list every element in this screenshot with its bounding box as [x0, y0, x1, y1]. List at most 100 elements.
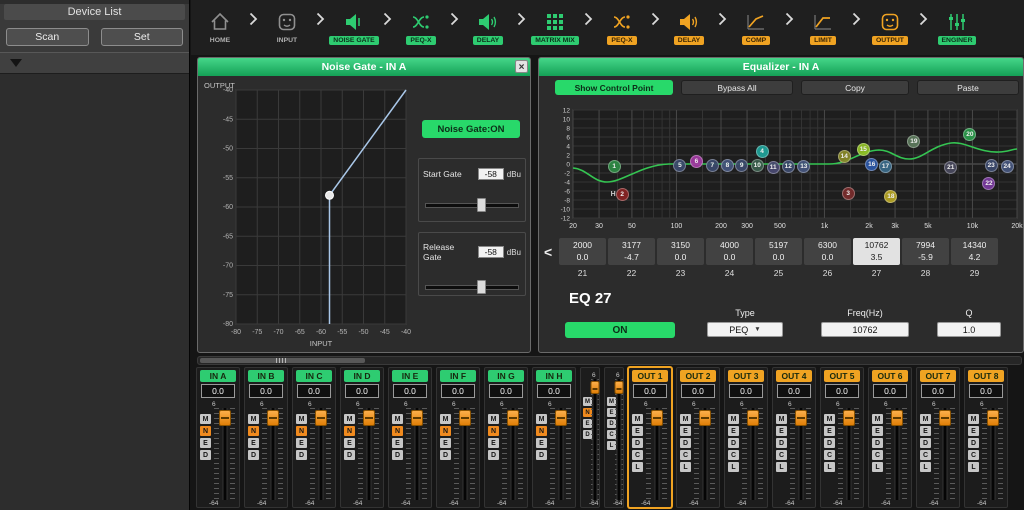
channel-gain-value[interactable]: 0.0 [297, 384, 331, 398]
channel-strip-in-c[interactable]: IN C0.0MNED6-64 [292, 367, 336, 508]
channel-btn-e[interactable]: E [776, 426, 787, 436]
channel-btn-e[interactable]: E [392, 438, 403, 448]
channel-btn-m[interactable]: M [776, 414, 787, 424]
channel-strip-out-7[interactable]: OUT 70.0MEDCL6-64 [916, 367, 960, 508]
channel-btn-m[interactable]: M [440, 414, 451, 424]
channel-btn-l[interactable]: L [824, 462, 835, 472]
channel-btn-d[interactable]: D [920, 438, 931, 448]
channel-fader[interactable]: 6-64 [693, 400, 716, 506]
release-gate-value[interactable]: -58 [478, 246, 504, 258]
channel-strip-in-h[interactable]: IN H0.0MNED6-64 [532, 367, 576, 508]
band-cell-22[interactable]: 3177-4.7 [608, 238, 655, 265]
channel-strip-in-e[interactable]: IN E0.0MNED6-64 [388, 367, 432, 508]
type-dropdown[interactable]: PEQ ▼ [707, 322, 783, 337]
module-input-1[interactable]: INPUT [258, 10, 316, 45]
channel-label[interactable]: OUT 5 [824, 370, 860, 382]
fader-handle[interactable] [747, 410, 759, 426]
band-cell-21[interactable]: 20000.0 [559, 238, 606, 265]
channel-fader[interactable]: 6-64 [357, 400, 380, 506]
module-output-10[interactable]: OUTPUT [861, 10, 919, 45]
module-home-0[interactable]: HOME [191, 10, 249, 45]
channel-btn-d[interactable]: D [536, 450, 547, 460]
channel-strip-in-b[interactable]: IN B0.0MNED6-64 [244, 367, 288, 508]
channel-label[interactable]: OUT 6 [872, 370, 908, 382]
channel-label[interactable]: OUT 2 [680, 370, 716, 382]
band-cell-24[interactable]: 40000.0 [706, 238, 753, 265]
channel-gain-value[interactable]: 0.0 [633, 384, 667, 398]
channel-btn-n[interactable]: N [440, 426, 451, 436]
channel-label[interactable]: IN G [488, 370, 524, 382]
channel-label[interactable]: OUT 1 [632, 370, 668, 382]
channel-btn-n[interactable]: N [248, 426, 259, 436]
fader-handle[interactable] [615, 381, 624, 394]
eq-point-2[interactable]: 2H [616, 188, 629, 201]
channel-label[interactable]: OUT 4 [776, 370, 812, 382]
module-limit-9[interactable]: LIMIT [794, 10, 852, 45]
module-delay-7[interactable]: DELAY [660, 10, 718, 45]
eq-point-24[interactable]: 24 [1001, 160, 1014, 173]
channel-btn-e[interactable]: E [968, 426, 979, 436]
channel-btn-d[interactable]: D [968, 438, 979, 448]
set-button[interactable]: Set [101, 28, 184, 46]
fader-handle[interactable] [843, 410, 855, 426]
channel-fader[interactable]: 6-64 [645, 400, 668, 506]
module-enginer-11[interactable]: ENGINER [928, 10, 986, 45]
eq-point-4[interactable]: 4 [756, 145, 769, 158]
noise-gate-graph[interactable]: -40-40-45-45-50-50-55-55-60-60-65-65-70-… [202, 80, 418, 350]
channel-btn-d[interactable]: D [392, 450, 403, 460]
channel-btn-e[interactable]: E [488, 438, 499, 448]
fader-handle[interactable] [699, 410, 711, 426]
eq-point-1[interactable]: 1 [608, 160, 621, 173]
channel-btn-l[interactable]: L [776, 462, 787, 472]
band-cell-26[interactable]: 63000.0 [804, 238, 851, 265]
show-control-point-button[interactable]: Show Control Point [555, 80, 673, 95]
channel-strip-out-5[interactable]: OUT 50.0MEDCL6-64 [820, 367, 864, 508]
channel-btn-d[interactable]: D [200, 450, 211, 460]
fader-handle[interactable] [507, 410, 519, 426]
channel-fader[interactable]: 6-64 [501, 400, 524, 506]
channel-strip-in-g[interactable]: IN G0.0MNED6-64 [484, 367, 528, 508]
channel-fader[interactable]: 6-64 [617, 371, 621, 506]
eq-point-3[interactable]: 3 [842, 187, 855, 200]
fader-handle[interactable] [891, 410, 903, 426]
channel-btn-e[interactable]: E [536, 438, 547, 448]
eq-point-13[interactable]: 13 [797, 160, 810, 173]
channel-btn-m[interactable]: M [200, 414, 211, 424]
channel-btn-e[interactable]: E [680, 426, 691, 436]
channel-btn-m[interactable]: M [488, 414, 499, 424]
channel-fader[interactable]: 6-64 [789, 400, 812, 506]
channel-fader[interactable]: 6-64 [885, 400, 908, 506]
channel-btn-l[interactable]: L [872, 462, 883, 472]
fader-handle[interactable] [555, 410, 567, 426]
fader-handle[interactable] [267, 410, 279, 426]
channel-btn-e[interactable]: E [632, 426, 643, 436]
channel-gain-value[interactable]: 0.0 [681, 384, 715, 398]
fader-handle[interactable] [411, 410, 423, 426]
channel-btn-m[interactable]: M [968, 414, 979, 424]
channel-fader[interactable]: 6-64 [453, 400, 476, 506]
channel-btn-m[interactable]: M [248, 414, 259, 424]
channel-btn-e[interactable]: E [440, 438, 451, 448]
channel-gain-value[interactable]: 0.0 [249, 384, 283, 398]
q-field[interactable]: 1.0 [937, 322, 1001, 337]
channel-strip-out-2[interactable]: OUT 20.0MEDCL6-64 [676, 367, 720, 508]
channel-strip-out-1[interactable]: OUT 10.0MEDCL6-64 [628, 367, 672, 508]
channel-btn-n[interactable]: N [536, 426, 547, 436]
eq-point-17[interactable]: 17 [879, 160, 892, 173]
channel-gain-value[interactable]: 0.0 [777, 384, 811, 398]
channel-label[interactable]: OUT 3 [728, 370, 764, 382]
channel-gain-value[interactable]: 0.0 [441, 384, 475, 398]
fader-handle[interactable] [651, 410, 663, 426]
channel-btn-e[interactable]: E [872, 426, 883, 436]
channel-btn-d[interactable]: D [776, 438, 787, 448]
channel-btn-m[interactable]: M [824, 414, 835, 424]
channel-label[interactable]: IN F [440, 370, 476, 382]
channel-btn-c[interactable]: C [680, 450, 691, 460]
eq-point-19[interactable]: 19 [907, 135, 920, 148]
channel-label[interactable]: OUT 7 [920, 370, 956, 382]
fader-handle[interactable] [987, 410, 999, 426]
equalizer-titlebar[interactable]: Equalizer - IN A [539, 58, 1023, 76]
fader-handle[interactable] [315, 410, 327, 426]
close-icon[interactable]: × [515, 60, 528, 73]
freq-field[interactable]: 10762 [821, 322, 909, 337]
